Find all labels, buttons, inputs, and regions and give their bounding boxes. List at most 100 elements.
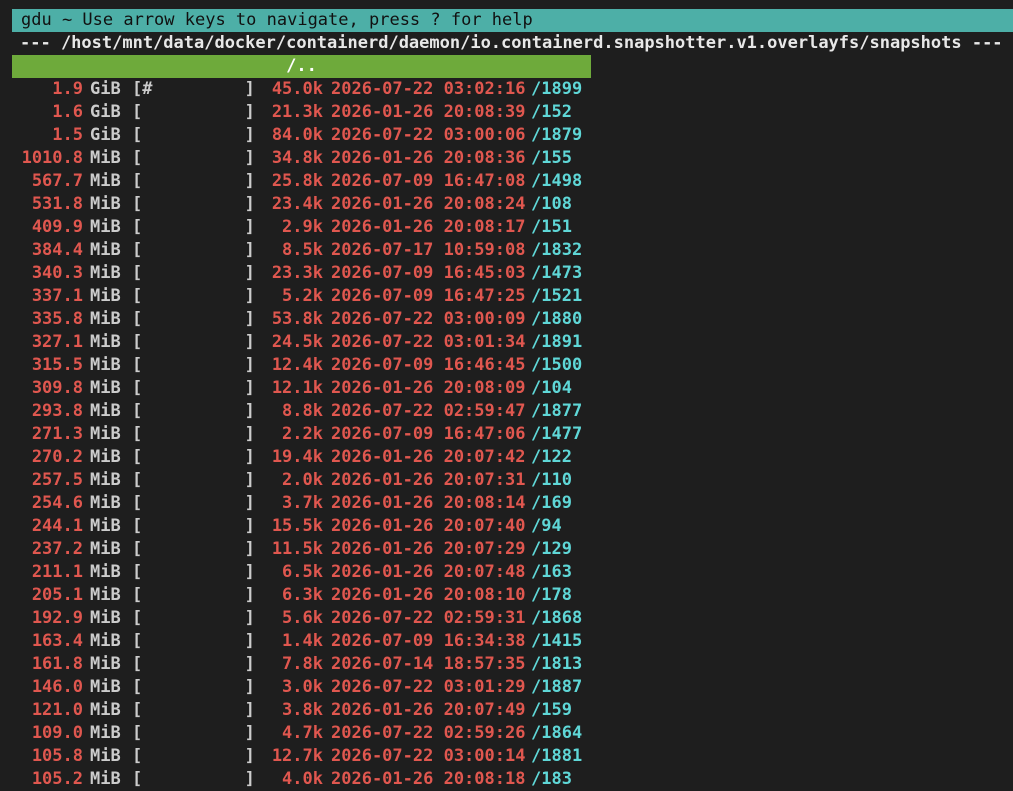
entry-name: /1881: [531, 746, 583, 766]
directory-row[interactable]: 161.8 MiB [ ] 7.8k 2026-07-14 18:57:35/1813: [0, 653, 1013, 676]
entry-name: /1864: [531, 723, 583, 743]
item-count: 11.5k: [271, 539, 323, 559]
entry-size: 531.8: [31, 194, 83, 214]
usage-bar: [ ]: [132, 631, 255, 651]
directory-row[interactable]: 244.1 MiB [ ] 15.5k 2026-01-26 20:07:40/94: [0, 515, 1013, 538]
directory-row[interactable]: 192.9 MiB [ ] 5.6k 2026-07-22 02:59:31/1868: [0, 607, 1013, 630]
item-count: 2.0k: [282, 470, 323, 490]
directory-row[interactable]: 309.8 MiB [ ] 12.1k 2026-01-26 20:08:09/104: [0, 377, 1013, 400]
directory-row[interactable]: 337.1 MiB [ ] 5.2k 2026-07-09 16:47:25/1521: [0, 285, 1013, 308]
directory-row[interactable]: 105.2 MiB [ ] 4.0k 2026-01-26 20:08:18/183: [0, 768, 1013, 791]
modified-time: 2026-07-17 10:59:08: [331, 240, 526, 260]
usage-bar: [ ]: [132, 378, 255, 398]
entry-size: 567.7: [31, 171, 83, 191]
item-count: 8.8k: [282, 401, 323, 421]
directory-row[interactable]: 384.4 MiB [ ] 8.5k 2026-07-17 10:59:08/1832: [0, 239, 1013, 262]
entry-name: /1477: [531, 424, 583, 444]
modified-time: 2026-07-22 03:00:09: [331, 309, 526, 329]
usage-bar: [ ]: [132, 769, 255, 789]
usage-bar: [ ]: [132, 309, 255, 329]
directory-row[interactable]: 257.5 MiB [ ] 2.0k 2026-01-26 20:07:31/110: [0, 469, 1013, 492]
entry-size-unit: GiB: [90, 79, 121, 99]
entry-size: 146.0: [31, 677, 83, 697]
entry-size: 161.8: [31, 654, 83, 674]
item-count: 24.5k: [271, 332, 323, 352]
usage-bar: [ ]: [132, 700, 255, 720]
directory-row[interactable]: 1.6 GiB [ ] 21.3k 2026-01-26 20:08:39/152: [0, 101, 1013, 124]
entry-name: /178: [531, 585, 572, 605]
entry-name: /1868: [531, 608, 583, 628]
item-count: 21.3k: [271, 102, 323, 122]
usage-bar: [ ]: [132, 562, 255, 582]
modified-time: 2026-01-26 20:08:39: [331, 102, 526, 122]
entry-size: 237.2: [31, 539, 83, 559]
directory-row[interactable]: 1010.8 MiB [ ] 34.8k 2026-01-26 20:08:36/155: [0, 147, 1013, 170]
modified-time: 2026-01-26 20:07:48: [331, 562, 526, 582]
item-count: 19.4k: [271, 447, 323, 467]
directory-row[interactable]: 293.8 MiB [ ] 8.8k 2026-07-22 02:59:47/1877: [0, 400, 1013, 423]
directory-row[interactable]: 211.1 MiB [ ] 6.5k 2026-01-26 20:07:48/163: [0, 561, 1013, 584]
usage-bar: [ ]: [132, 194, 255, 214]
directory-row[interactable]: 315.5 MiB [ ] 12.4k 2026-07-09 16:46:45/1500: [0, 354, 1013, 377]
entry-name: /1473: [531, 263, 583, 283]
entry-size-unit: MiB: [90, 470, 121, 490]
entry-size: 211.1: [31, 562, 83, 582]
modified-time: 2026-07-22 03:02:16: [331, 79, 526, 99]
directory-row[interactable]: 105.8 MiB [ ] 12.7k 2026-07-22 03:00:14/1881: [0, 745, 1013, 768]
item-count: 7.8k: [282, 654, 323, 674]
directory-row[interactable]: 1.5 GiB [ ] 84.0k 2026-07-22 03:00:06/1879: [0, 124, 1013, 147]
usage-bar: [ ]: [132, 148, 255, 168]
directory-row[interactable]: 163.4 MiB [ ] 1.4k 2026-07-09 16:34:38/1415: [0, 630, 1013, 653]
directory-row[interactable]: 340.3 MiB [ ] 23.3k 2026-07-09 16:45:03/1473: [0, 262, 1013, 285]
entry-size-unit: MiB: [90, 263, 121, 283]
modified-time: 2026-01-26 20:08:10: [331, 585, 526, 605]
directory-row[interactable]: 237.2 MiB [ ] 11.5k 2026-01-26 20:07:29/129: [0, 538, 1013, 561]
modified-time: 2026-01-26 20:08:14: [331, 493, 526, 513]
entry-name: /1498: [531, 171, 583, 191]
item-count: 53.8k: [271, 309, 323, 329]
entry-name: /1415: [531, 631, 583, 651]
directory-row[interactable]: 109.0 MiB [ ] 4.7k 2026-07-22 02:59:26/1864: [0, 722, 1013, 745]
directory-row[interactable]: 531.8 MiB [ ] 23.4k 2026-01-26 20:08:24/108: [0, 193, 1013, 216]
entry-size: 409.9: [31, 217, 83, 237]
modified-time: 2026-07-09 16:47:25: [331, 286, 526, 306]
modified-time: 2026-07-22 02:59:47: [331, 401, 526, 421]
directory-row[interactable]: 254.6 MiB [ ] 3.7k 2026-01-26 20:08:14/169: [0, 492, 1013, 515]
directory-row[interactable]: 270.2 MiB [ ] 19.4k 2026-01-26 20:07:42/122: [0, 446, 1013, 469]
directory-row[interactable]: 121.0 MiB [ ] 3.8k 2026-01-26 20:07:49/159: [0, 699, 1013, 722]
entry-size-unit: GiB: [90, 125, 121, 145]
entry-name: /1880: [531, 309, 583, 329]
directory-row[interactable]: 271.3 MiB [ ] 2.2k 2026-07-09 16:47:06/1477: [0, 423, 1013, 446]
modified-time: 2026-07-09 16:45:03: [331, 263, 526, 283]
directory-list[interactable]: 1.9 GiB [# ] 45.0k 2026-07-22 03:02:16/1899 1…: [0, 78, 1013, 791]
usage-bar: [ ]: [132, 447, 255, 467]
entry-size-unit: MiB: [90, 332, 121, 352]
entry-size: 270.2: [31, 447, 83, 467]
entry-size-unit: MiB: [90, 539, 121, 559]
usage-bar: [ ]: [132, 539, 255, 559]
entry-size-unit: MiB: [90, 585, 121, 605]
item-count: 23.3k: [271, 263, 323, 283]
usage-bar: [ ]: [132, 217, 255, 237]
entry-name: /129: [531, 539, 572, 559]
modified-time: 2026-07-09 16:46:45: [331, 355, 526, 375]
directory-row[interactable]: 567.7 MiB [ ] 25.8k 2026-07-09 16:47:08/1498: [0, 170, 1013, 193]
entry-name: /1879: [531, 125, 583, 145]
entry-size-unit: MiB: [90, 171, 121, 191]
item-count: 3.7k: [282, 493, 323, 513]
directory-row[interactable]: 205.1 MiB [ ] 6.3k 2026-01-26 20:08:10/178: [0, 584, 1013, 607]
parent-directory-row[interactable]: /..: [12, 55, 591, 78]
item-count: 12.1k: [271, 378, 323, 398]
entry-size: 105.2: [31, 769, 83, 789]
usage-bar: [ ]: [132, 125, 255, 145]
entry-size-unit: MiB: [90, 608, 121, 628]
directory-row[interactable]: 335.8 MiB [ ] 53.8k 2026-07-22 03:00:09/1880: [0, 308, 1013, 331]
modified-time: 2026-07-22 03:01:34: [331, 332, 526, 352]
entry-name: /1891: [531, 332, 583, 352]
directory-row[interactable]: 327.1 MiB [ ] 24.5k 2026-07-22 03:01:34/1891: [0, 331, 1013, 354]
directory-row[interactable]: 409.9 MiB [ ] 2.9k 2026-01-26 20:08:17/151: [0, 216, 1013, 239]
directory-row[interactable]: 146.0 MiB [ ] 3.0k 2026-07-22 03:01:29/1887: [0, 676, 1013, 699]
entry-name: /159: [531, 700, 572, 720]
entry-name: /155: [531, 148, 572, 168]
directory-row[interactable]: 1.9 GiB [# ] 45.0k 2026-07-22 03:02:16/1899: [0, 78, 1013, 101]
